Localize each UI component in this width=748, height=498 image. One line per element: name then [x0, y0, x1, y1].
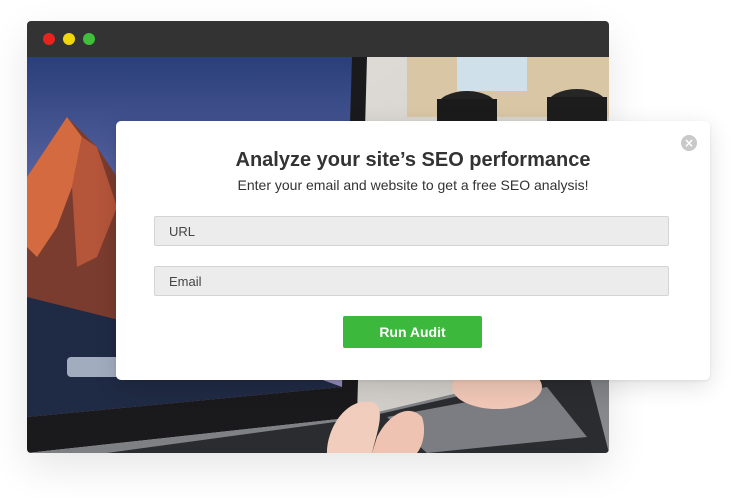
maximize-window-dot	[83, 33, 95, 45]
email-input[interactable]	[154, 266, 669, 296]
url-input[interactable]	[154, 216, 669, 246]
run-audit-button[interactable]: Run Audit	[343, 316, 482, 348]
close-window-dot	[43, 33, 55, 45]
seo-audit-modal: × Analyze your site’s SEO performance En…	[116, 121, 710, 380]
minimize-window-dot	[63, 33, 75, 45]
modal-subtitle: Enter your email and website to get a fr…	[237, 177, 589, 193]
modal-title: Analyze your site’s SEO performance	[235, 149, 591, 171]
browser-titlebar	[27, 21, 609, 57]
